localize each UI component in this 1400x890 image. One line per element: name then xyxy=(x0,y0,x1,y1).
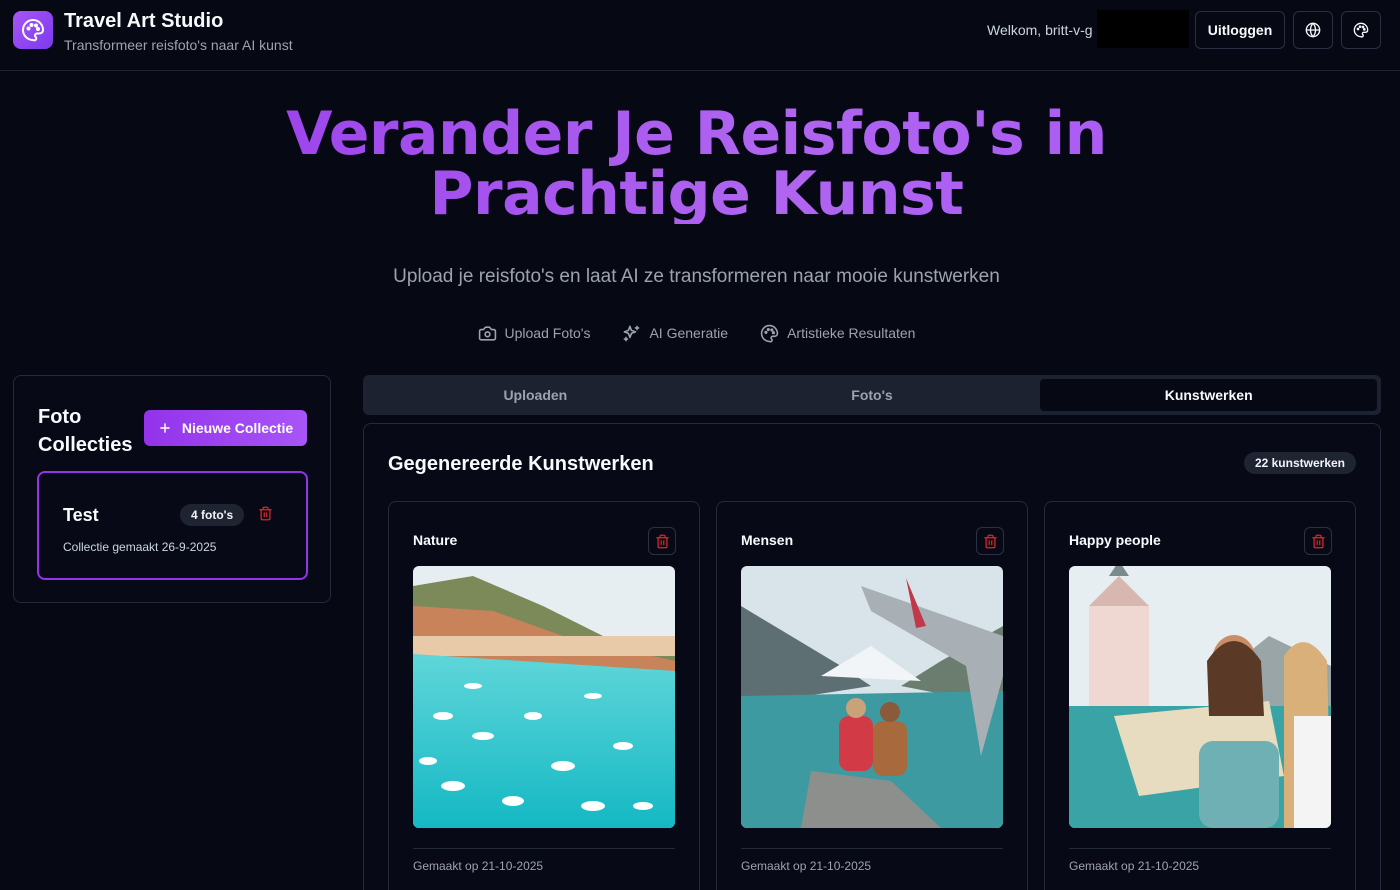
feature-ai: AI Generatie xyxy=(622,322,728,344)
palette-icon xyxy=(760,324,779,343)
sidebar-title: Foto Collecties xyxy=(38,406,133,456)
hero-subtitle: Upload je reisfoto's en laat AI ze trans… xyxy=(393,266,1000,287)
redacted-username xyxy=(1097,10,1189,48)
divider xyxy=(1069,848,1331,849)
feature-label: AI Generatie xyxy=(649,325,729,341)
artwork-date: Gemaakt op 21-10-2025 xyxy=(741,859,872,873)
trash-icon xyxy=(655,534,669,548)
artwork-title: Happy people xyxy=(1069,532,1161,548)
collection-name: Test xyxy=(63,505,99,525)
tab-kunstwerken[interactable]: Kunstwerken xyxy=(1040,379,1378,411)
feature-list: Upload Foto's AI Generatie Artistieke Re… xyxy=(0,322,1393,344)
camera-icon xyxy=(478,325,496,341)
tab-uploaden[interactable]: Uploaden xyxy=(367,379,704,411)
app-title: Travel Art Studio xyxy=(64,10,224,32)
feature-upload: Upload Foto's xyxy=(478,322,591,344)
feature-label: Upload Foto's xyxy=(504,325,591,341)
language-button[interactable] xyxy=(1293,11,1333,49)
artwork-title: Mensen xyxy=(741,532,794,548)
theme-button[interactable] xyxy=(1341,11,1381,49)
divider xyxy=(741,848,1003,849)
trash-icon xyxy=(259,506,272,521)
hero-title-line1: Verander Je Reisfoto's in xyxy=(286,99,1107,169)
artwork-image[interactable] xyxy=(413,566,675,828)
feature-label: Artistieke Resultaten xyxy=(787,325,916,341)
palette-icon xyxy=(1353,22,1369,38)
artwork-title: Nature xyxy=(413,532,458,548)
app-header: Travel Art Studio Transformeer reisfoto'… xyxy=(0,0,1400,71)
artwork-count-badge: 22 kunstwerken xyxy=(1243,452,1356,474)
palette-icon xyxy=(22,19,44,42)
collection-card[interactable]: Test 4 foto's Collectie gemaakt 26-9-202… xyxy=(37,471,308,580)
logout-button[interactable]: Uitloggen xyxy=(1195,11,1285,49)
new-collection-label: Nieuwe Collectie xyxy=(181,420,294,436)
artwork-card[interactable]: Nature Gemaakt op 21-10-2025 xyxy=(388,501,700,890)
app-subtitle: Transformeer reisfoto's naar AI kunst xyxy=(64,37,293,53)
collection-created: Collectie gemaakt 26-9-2025 xyxy=(63,540,217,554)
delete-artwork-button[interactable] xyxy=(648,527,676,555)
delete-artwork-button[interactable] xyxy=(976,527,1004,555)
collections-sidebar: Foto Collecties Nieuwe Collectie Test 4 … xyxy=(13,375,331,603)
delete-artwork-button[interactable] xyxy=(1304,527,1332,555)
tab-fotos[interactable]: Foto's xyxy=(704,379,1041,411)
artwork-date: Gemaakt op 21-10-2025 xyxy=(1069,859,1200,873)
artwork-card[interactable]: Happy people Gemaakt op 21-10-2025 xyxy=(1044,501,1356,890)
photo-count-badge: 4 foto's xyxy=(180,504,245,526)
artworks-panel: Gegenereerde Kunstwerken 22 kunstwerken … xyxy=(363,423,1381,890)
view-tabs: Uploaden Foto's Kunstwerken xyxy=(363,375,1381,415)
welcome-text: Welkom, britt-v-g xyxy=(987,22,1093,38)
artwork-date: Gemaakt op 21-10-2025 xyxy=(413,859,544,873)
trash-icon xyxy=(1311,534,1325,548)
feature-results: Artistieke Resultaten xyxy=(760,322,915,344)
divider xyxy=(413,848,675,849)
artwork-image[interactable] xyxy=(1069,566,1331,828)
trash-icon xyxy=(983,534,997,548)
delete-collection-button[interactable] xyxy=(258,506,273,526)
hero-title-line2: Prachtige Kunst xyxy=(429,159,964,229)
plus-icon xyxy=(160,423,170,433)
panel-title: Gegenereerde Kunstwerken xyxy=(388,453,654,475)
new-collection-button[interactable]: Nieuwe Collectie xyxy=(144,410,307,446)
artwork-image[interactable] xyxy=(741,566,1003,828)
artwork-card[interactable]: Mensen Gemaakt op 21-10-2025 xyxy=(716,501,1028,890)
app-logo xyxy=(13,11,53,49)
hero-title: Verander Je Reisfoto's in Prachtige Kuns… xyxy=(0,104,1393,224)
sparkles-icon xyxy=(624,325,640,341)
globe-icon xyxy=(1305,22,1321,38)
